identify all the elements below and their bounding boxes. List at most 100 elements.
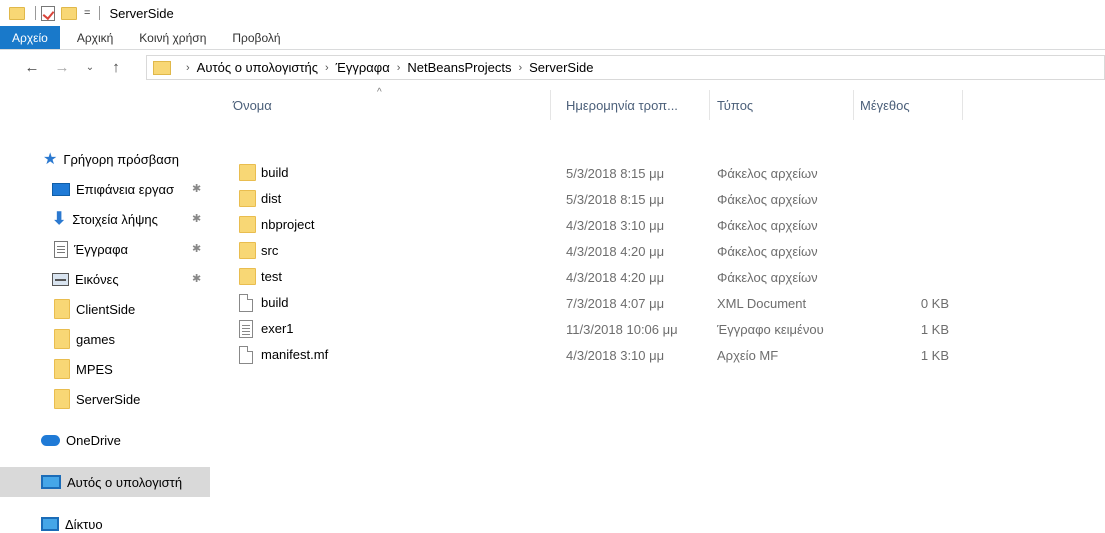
sidebar-item-mpes[interactable]: MPES bbox=[0, 354, 210, 384]
column-header-size[interactable]: Μέγεθος bbox=[860, 98, 910, 113]
file-name: src bbox=[261, 243, 279, 258]
breadcrumb-documents[interactable]: Έγγραφα bbox=[336, 60, 390, 75]
sidebar-item-label: MPES bbox=[76, 361, 113, 377]
file-name: test bbox=[261, 269, 282, 284]
sidebar-item-label: OneDrive bbox=[66, 432, 121, 448]
column-divider[interactable] bbox=[709, 90, 710, 120]
folder-icon bbox=[239, 190, 256, 207]
file-type: Φάκελος αρχείων bbox=[717, 270, 818, 285]
column-header-type[interactable]: Τύπος bbox=[717, 98, 753, 113]
file-row-dist[interactable]: dist 5/3/2018 8:15 μμ Φάκελος αρχείων bbox=[232, 188, 962, 210]
star-icon: ★ bbox=[43, 151, 58, 168]
sidebar-item-documents[interactable]: Έγγραφα ✱ bbox=[0, 234, 210, 264]
file-type: Έγγραφο κειμένου bbox=[717, 322, 824, 337]
tab-file[interactable]: Αρχείο bbox=[0, 26, 60, 49]
forward-button[interactable]: → bbox=[50, 55, 74, 79]
folder-icon bbox=[54, 329, 70, 349]
ribbon: Αρχείο Αρχική Κοινή χρήση Προβολή bbox=[0, 26, 1105, 50]
breadcrumb-netbeansprojects[interactable]: NetBeansProjects bbox=[407, 60, 511, 75]
sort-ascending-icon: ^ bbox=[377, 87, 382, 98]
chevron-right-icon[interactable]: › bbox=[325, 62, 329, 74]
sidebar-item-desktop[interactable]: Επιφάνεια εργασ ✱ bbox=[0, 174, 210, 204]
column-headers: ^ Όνομα Ημερομηνία τροπ... Τύπος Μέγεθος bbox=[210, 84, 1105, 124]
sidebar-item-onedrive[interactable]: OneDrive bbox=[0, 425, 210, 455]
file-date: 5/3/2018 8:15 μμ bbox=[566, 166, 665, 181]
title-bar: = ServerSide bbox=[0, 0, 1105, 26]
sidebar-item-clientside[interactable]: ClientSide bbox=[0, 294, 210, 324]
file-size: 1 KB bbox=[920, 348, 949, 363]
column-header-name[interactable]: Όνομα bbox=[233, 98, 272, 113]
sidebar-item-label: ClientSide bbox=[76, 301, 136, 317]
chevron-right-icon[interactable]: › bbox=[186, 62, 190, 74]
file-type: Αρχείο MF bbox=[717, 348, 779, 363]
sidebar-item-this-pc[interactable]: Αυτός ο υπολογιστή bbox=[0, 467, 210, 497]
file-row-src[interactable]: src 4/3/2018 4:20 μμ Φάκελος αρχείων bbox=[232, 240, 962, 262]
file-date: 7/3/2018 4:07 μμ bbox=[566, 296, 665, 311]
column-divider[interactable] bbox=[853, 90, 854, 120]
recent-locations-button[interactable]: ⌄ bbox=[82, 55, 98, 79]
breadcrumb-serverside[interactable]: ServerSide bbox=[529, 60, 593, 75]
file-date: 4/3/2018 3:10 μμ bbox=[566, 218, 665, 233]
folder-icon[interactable] bbox=[9, 6, 25, 20]
back-button[interactable]: ← bbox=[20, 55, 44, 79]
sidebar-item-label: games bbox=[76, 331, 116, 347]
sidebar-item-serverside[interactable]: ServerSide bbox=[0, 384, 210, 414]
file-type: Φάκελος αρχείων bbox=[717, 218, 818, 233]
breadcrumb-this-pc[interactable]: Αυτός ο υπολογιστής bbox=[197, 60, 318, 75]
sidebar-item-network[interactable]: Δίκτυο bbox=[0, 509, 210, 533]
folder-icon bbox=[153, 60, 171, 75]
divider bbox=[99, 6, 101, 20]
tab-share[interactable]: Κοινή χρήση bbox=[126, 26, 219, 49]
sidebar-item-quick-access[interactable]: ★ Γρήγορη πρόσβαση bbox=[0, 144, 210, 174]
file-row-nbproject[interactable]: nbproject 4/3/2018 3:10 μμ Φάκελος αρχεί… bbox=[232, 214, 962, 236]
file-row-build-folder[interactable]: build 5/3/2018 8:15 μμ Φάκελος αρχείων bbox=[232, 162, 962, 184]
file-date: 4/3/2018 3:10 μμ bbox=[566, 348, 665, 363]
file-type: Φάκελος αρχείων bbox=[717, 192, 818, 207]
text-file-icon bbox=[239, 320, 253, 338]
folder-icon bbox=[54, 299, 70, 319]
file-row-test[interactable]: test 4/3/2018 4:20 μμ Φάκελος αρχείων bbox=[232, 266, 962, 288]
file-date: 5/3/2018 8:15 μμ bbox=[566, 192, 665, 207]
chevron-right-icon[interactable]: › bbox=[518, 62, 522, 74]
pictures-icon bbox=[52, 272, 69, 286]
divider bbox=[35, 6, 36, 20]
navigation-bar: ← → ⌄ ↑ › Αυτός ο υπολογιστής › Έγγραφα … bbox=[0, 50, 1105, 84]
file-row-build-xml[interactable]: build 7/3/2018 4:07 μμ XML Document 0 KB bbox=[232, 292, 962, 314]
download-icon: ⬇ bbox=[52, 209, 67, 228]
file-type: Φάκελος αρχείων bbox=[717, 166, 818, 181]
column-header-date[interactable]: Ημερομηνία τροπ... bbox=[566, 98, 678, 113]
folder-icon bbox=[239, 268, 256, 285]
file-date: 4/3/2018 4:20 μμ bbox=[566, 244, 665, 259]
chevron-right-icon[interactable]: › bbox=[397, 62, 401, 74]
sidebar-item-downloads[interactable]: ⬇ Στοιχεία λήψης ✱ bbox=[0, 204, 210, 234]
file-date: 4/3/2018 4:20 μμ bbox=[566, 270, 665, 285]
tab-view[interactable]: Προβολή bbox=[219, 26, 293, 49]
tab-home[interactable]: Αρχική bbox=[64, 26, 126, 49]
column-divider[interactable] bbox=[962, 90, 963, 120]
network-icon bbox=[41, 517, 59, 531]
file-size: 0 KB bbox=[920, 296, 949, 311]
up-button[interactable]: ↑ bbox=[104, 55, 128, 79]
file-date: 11/3/2018 10:06 μμ bbox=[566, 322, 678, 337]
sidebar-item-pictures[interactable]: Εικόνες ✱ bbox=[0, 264, 210, 294]
file-icon bbox=[239, 346, 253, 364]
desktop-icon bbox=[52, 182, 70, 196]
column-divider[interactable] bbox=[550, 90, 551, 120]
quick-access-dropdown[interactable]: = bbox=[84, 7, 90, 19]
address-bar[interactable]: › Αυτός ο υπολογιστής › Έγγραφα › NetBea… bbox=[146, 55, 1105, 80]
file-name: nbproject bbox=[261, 217, 315, 232]
file-name: build bbox=[261, 295, 289, 310]
sidebar-item-games[interactable]: games bbox=[0, 324, 210, 354]
sidebar-item-label: Έγγραφα bbox=[74, 241, 129, 257]
properties-check-icon[interactable] bbox=[41, 5, 55, 21]
sidebar-item-label: Γρήγορη πρόσβαση bbox=[63, 151, 179, 167]
file-name: build bbox=[261, 165, 289, 180]
new-folder-icon[interactable] bbox=[61, 6, 77, 20]
pin-icon: ✱ bbox=[192, 273, 202, 285]
file-name: dist bbox=[261, 191, 282, 206]
file-type: XML Document bbox=[717, 296, 807, 311]
onedrive-icon bbox=[41, 434, 60, 446]
file-row-manifest[interactable]: manifest.mf 4/3/2018 3:10 μμ Αρχείο MF 1… bbox=[232, 344, 962, 366]
file-row-exer1[interactable]: exer1 11/3/2018 10:06 μμ Έγγραφο κειμένο… bbox=[232, 318, 962, 340]
folder-icon bbox=[54, 359, 70, 379]
